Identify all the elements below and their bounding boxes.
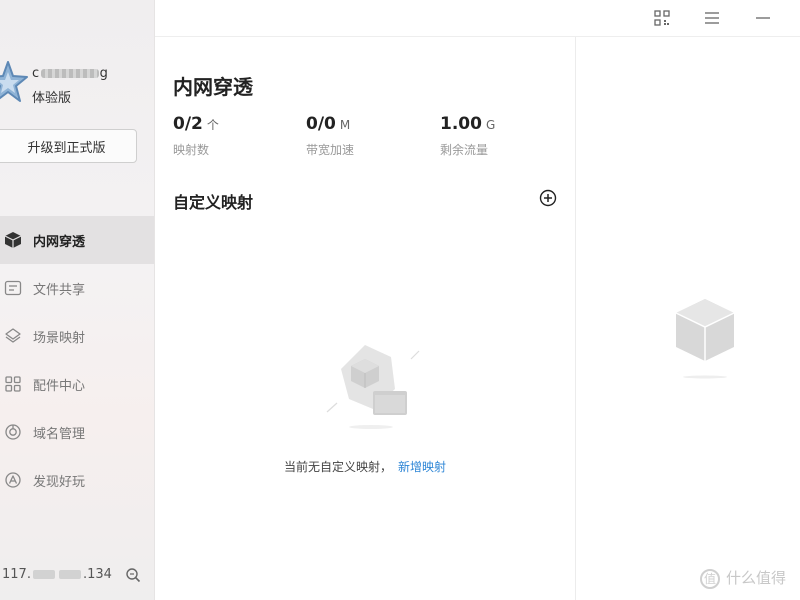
sidebar-item-label: 场景映射 [33, 331, 86, 346]
sidebar-item-label: 文件共享 [33, 283, 86, 298]
empty-state-message: 当前无自定义映射， 新增映射 [283, 460, 447, 474]
sidebar-item-domain-management[interactable]: 域名管理 [0, 408, 154, 456]
star-avatar-icon[interactable] [0, 60, 28, 104]
stat-mapping-count: 0/2 个 映射数 [173, 114, 219, 158]
detail-pane [576, 37, 800, 600]
file-share-icon [4, 280, 22, 296]
stat-value: 0/0 [306, 114, 336, 134]
sidebar-item-label: 配件中心 [33, 379, 86, 394]
redacted-text [32, 570, 55, 579]
sidebar-item-discover[interactable]: 发现好玩 [0, 456, 154, 504]
stat-caption: 映射数 [173, 143, 210, 157]
sidebar-item-label: 内网穿透 [33, 235, 86, 250]
add-mapping-link[interactable]: 新增映射 [398, 460, 446, 474]
section-title: 自定义映射 [173, 193, 254, 212]
user-plan: 体验版 [32, 91, 72, 106]
stat-caption: 带宽加速 [306, 143, 355, 157]
menu-icon[interactable] [704, 10, 720, 26]
apps-grid-icon [5, 376, 21, 392]
cube-placeholder-icon [675, 299, 735, 379]
stat-value: 0/2 [173, 114, 203, 134]
redacted-text [40, 69, 99, 78]
minimize-icon[interactable] [755, 10, 771, 26]
redacted-text [58, 570, 81, 579]
sidebar-item-scene-mapping[interactable]: 场景映射 [0, 312, 154, 360]
stat-unit: M [339, 118, 351, 132]
stat-unit: 个 [206, 118, 219, 132]
sidebar-item-intranet-penetration[interactable]: 内网穿透 [0, 216, 154, 264]
upgrade-button[interactable]: 升级到正式版 [0, 129, 137, 163]
sidebar-item-file-share[interactable]: 文件共享 [0, 264, 154, 312]
stat-caption: 剩余流量 [440, 143, 489, 157]
domain-icon [5, 424, 21, 440]
sidebar-item-accessory-center[interactable]: 配件中心 [0, 360, 154, 408]
add-circle-icon[interactable] [539, 189, 557, 207]
main-panel: 内网穿透 0/2 个 映射数 0/0 M 带宽加速 1.00 G 剩余流量 自定义映射… [155, 37, 575, 600]
sidebar: cg 体验版 升级到正式版 内网穿透 文件共享 场景映射 配件中心 域名管理 发… [0, 0, 155, 600]
stat-value: 1.00 [440, 114, 482, 134]
ip-address: 117. .134 [2, 567, 112, 582]
watermark: 值什么值得 [700, 567, 786, 589]
page-title: 内网穿透 [173, 75, 253, 99]
watermark-logo: 值 [700, 568, 720, 589]
stat-bandwidth: 0/0 M 带宽加速 [306, 114, 354, 158]
qr-code-icon[interactable] [654, 10, 670, 26]
sidebar-item-label: 发现好玩 [33, 475, 86, 490]
sidebar-nav: 内网穿透 文件共享 场景映射 配件中心 域名管理 发现好玩 [0, 216, 154, 504]
scene-icon [5, 328, 21, 343]
stat-remaining-traffic: 1.00 G 剩余流量 [440, 114, 495, 158]
search-icon[interactable] [125, 567, 141, 583]
sidebar-item-label: 域名管理 [33, 427, 86, 442]
top-bar [155, 0, 800, 37]
discover-icon [5, 472, 21, 488]
stat-unit: G [485, 118, 496, 132]
empty-state-illustration [326, 345, 420, 429]
cube-icon [4, 232, 22, 248]
user-name: cg [32, 66, 109, 81]
